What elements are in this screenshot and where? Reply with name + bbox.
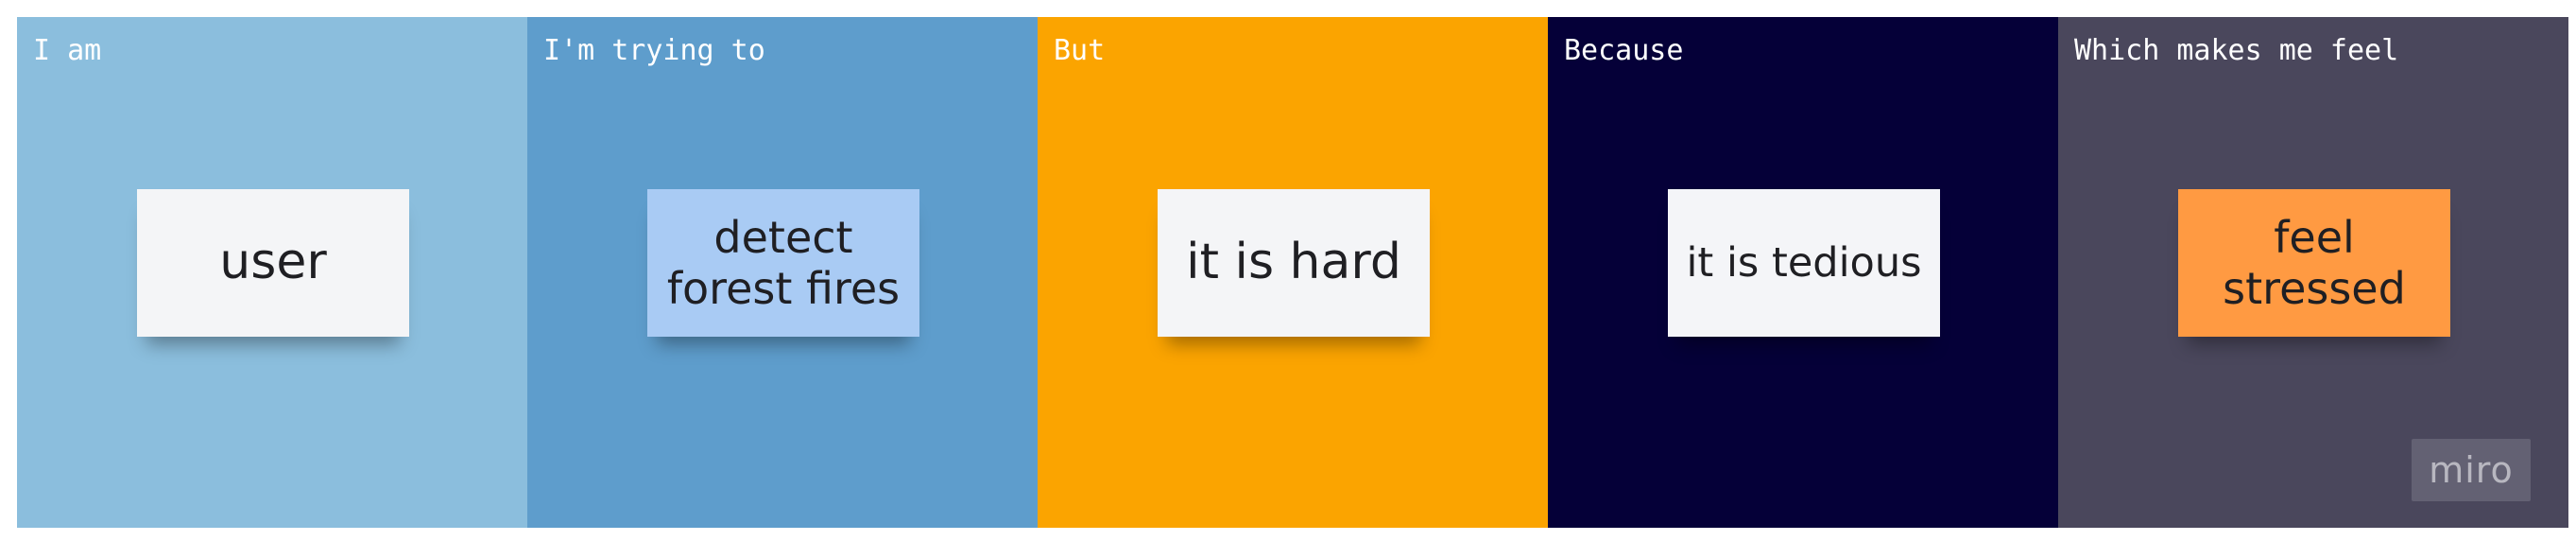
- sticky-text: feel stressed: [2223, 211, 2406, 314]
- panel-trying-to: I'm trying to detect forest fires: [527, 17, 1038, 528]
- sticky-note[interactable]: user: [137, 189, 409, 337]
- panel-because: Because it is tedious: [1548, 17, 2058, 528]
- miro-board: I am user I'm trying to detect forest fi…: [17, 17, 2568, 528]
- panel-makes-me-feel: Which makes me feel feel stressed miro: [2058, 17, 2568, 528]
- sticky-text: user: [219, 234, 327, 291]
- sticky-note[interactable]: detect forest fires: [647, 189, 919, 337]
- sticky-text: detect forest fires: [666, 211, 901, 314]
- panel-label: Because: [1564, 34, 1684, 67]
- panel-but: But it is hard: [1038, 17, 1548, 528]
- panel-label: I'm trying to: [543, 34, 765, 67]
- sticky-note[interactable]: it is hard: [1158, 189, 1430, 337]
- sticky-text: it is tedious: [1686, 238, 1922, 287]
- panel-label: I am: [33, 34, 102, 67]
- sticky-text: it is hard: [1186, 234, 1401, 291]
- sticky-note[interactable]: it is tedious: [1668, 189, 1940, 337]
- panel-label: But: [1054, 34, 1106, 67]
- miro-logo: miro: [2412, 439, 2531, 501]
- sticky-note[interactable]: feel stressed: [2178, 189, 2450, 337]
- panel-i-am: I am user: [17, 17, 527, 528]
- panel-label: Which makes me feel: [2074, 34, 2399, 67]
